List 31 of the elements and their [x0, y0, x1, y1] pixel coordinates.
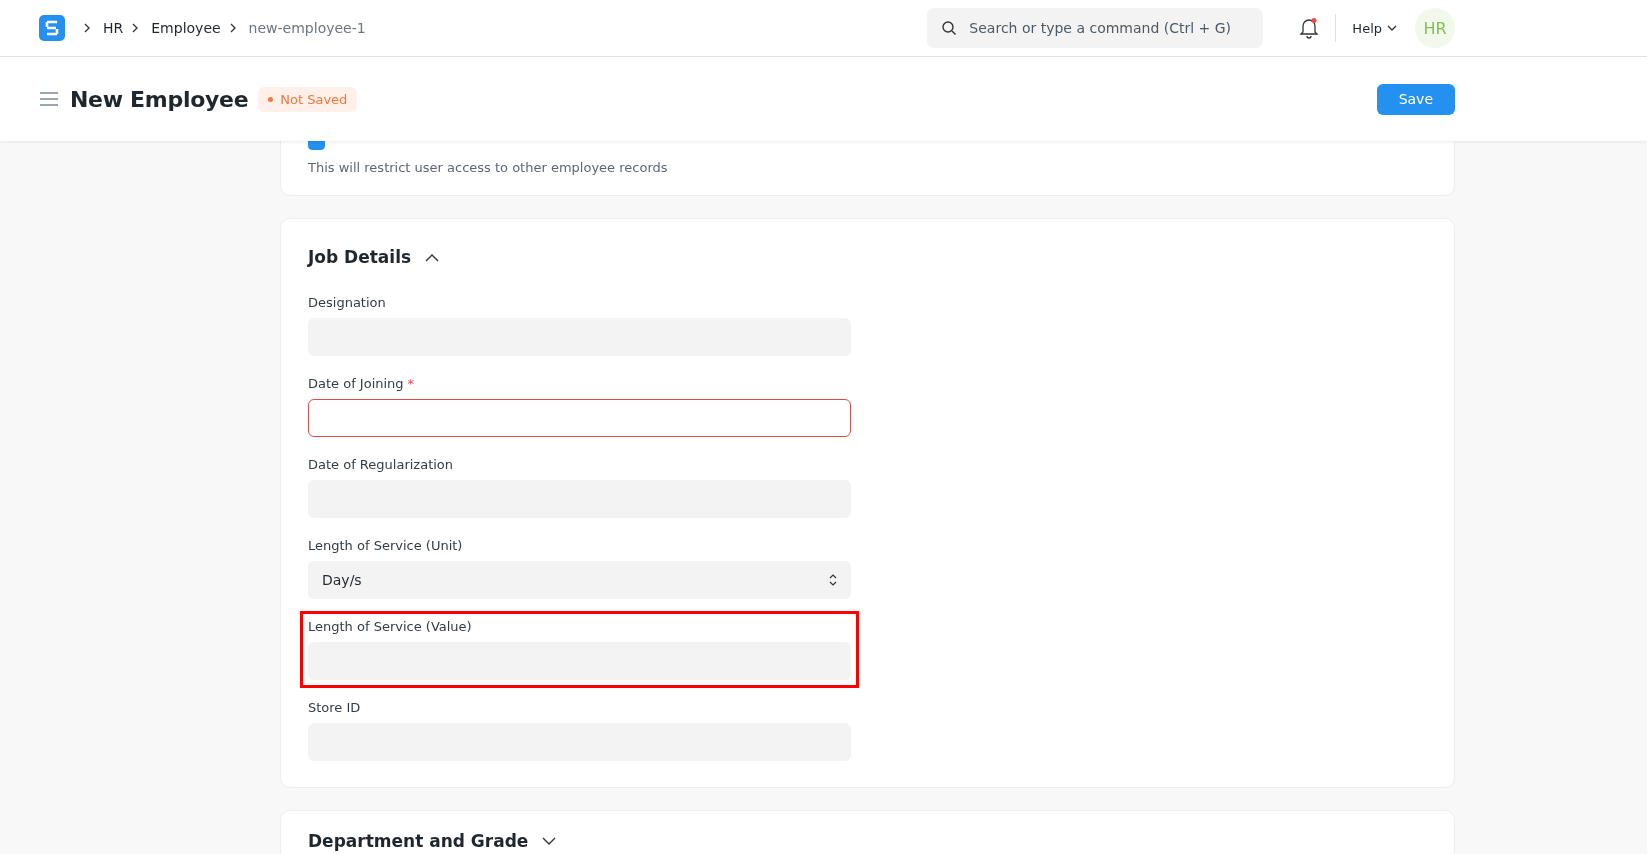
field-label: Designation: [308, 295, 386, 310]
search-icon: [941, 20, 958, 36]
select-field[interactable]: Day/s: [308, 561, 851, 599]
chevron-right-icon: [228, 23, 237, 33]
field-label: Length of Service (Value): [308, 619, 472, 634]
chevron-right-icon: [131, 23, 140, 33]
section-title[interactable]: Job Details: [308, 247, 412, 267]
status-indicator: Not Saved: [258, 86, 358, 112]
section-title[interactable]: Department and Grade: [308, 831, 529, 851]
collapse-chevron-icon[interactable]: [425, 252, 440, 262]
field-label: Length of Service (Unit): [308, 538, 463, 553]
chevron-right-icon: [83, 23, 91, 33]
page-title: New Employee: [70, 86, 249, 112]
input-field[interactable]: [308, 399, 851, 437]
breadcrumb-link[interactable]: new-employee-1: [248, 20, 366, 36]
caret-icon: [1387, 24, 1397, 32]
collapse-chevron-icon[interactable]: [542, 836, 557, 846]
required-mark: *: [407, 376, 415, 391]
breadcrumb-link[interactable]: Employee: [151, 20, 221, 36]
search-input[interactable]: Search or type a command (Ctrl + G): [967, 19, 1250, 37]
menu-icon[interactable]: [40, 92, 58, 106]
breadcrumb-link[interactable]: HR: [103, 20, 124, 36]
field-label: Store ID: [308, 700, 361, 715]
field-description: This will restrict user access to other employee records: [308, 160, 669, 175]
sort-arrows-icon: [829, 573, 837, 587]
field-label: Date of Joining: [308, 376, 404, 391]
app-logo-icon[interactable]: [39, 15, 65, 41]
notification-bell-icon[interactable]: [1299, 17, 1320, 39]
search-field[interactable]: Search or type a command (Ctrl + G): [927, 8, 1264, 48]
help-menu[interactable]: Help: [1352, 20, 1397, 36]
field-label: Date of Regularization: [308, 457, 454, 472]
